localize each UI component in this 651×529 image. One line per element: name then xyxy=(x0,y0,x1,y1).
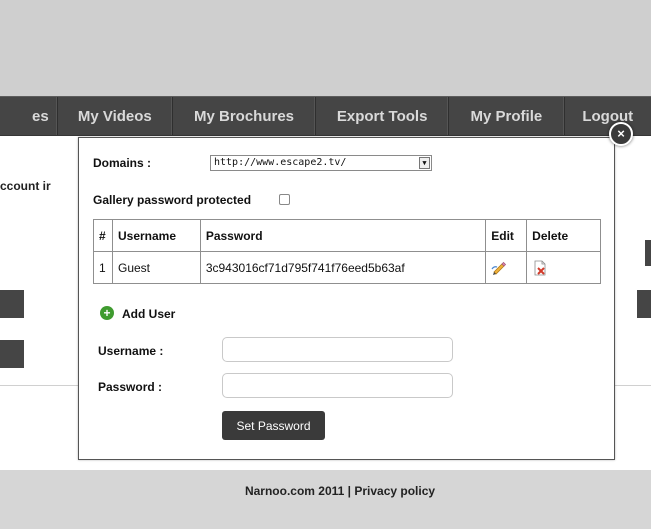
delete-cell xyxy=(526,251,601,284)
nav-item-export-tools[interactable]: Export Tools xyxy=(316,97,450,135)
nav-item-my-videos[interactable]: My Videos xyxy=(58,97,173,135)
row-username: Guest xyxy=(111,251,201,284)
background-block xyxy=(637,290,651,318)
row-number: 1 xyxy=(93,251,113,284)
table-row: 1 Guest 3c943016cf71d795f741f76eed5b63af xyxy=(93,251,601,284)
close-icon[interactable]: × xyxy=(609,122,633,146)
column-header-username: Username xyxy=(111,219,201,252)
row-password: 3c943016cf71d795f741f76eed5b63af xyxy=(199,251,487,284)
nav-item-my-profile[interactable]: My Profile xyxy=(449,97,565,135)
footer-text: Narnoo.com 2011 | Privacy policy xyxy=(244,484,436,498)
users-table: # Username Password Edit Delete 1 Guest … xyxy=(93,219,601,284)
gallery-password-label: Gallery password protected xyxy=(93,193,252,207)
footer: Narnoo.com 2011 | Privacy policy xyxy=(0,470,651,529)
nav-item-my-brochures[interactable]: My Brochures xyxy=(173,97,317,135)
set-password-button[interactable]: Set Password xyxy=(222,411,325,440)
background-account-text: ccount ir xyxy=(0,179,51,193)
edit-cell xyxy=(485,251,528,284)
background-block xyxy=(645,240,651,266)
edit-icon[interactable] xyxy=(491,260,507,276)
domains-select[interactable]: http://www.escape2.tv/ ▼ xyxy=(210,155,432,171)
column-header-password: Password xyxy=(199,219,487,252)
column-header-delete: Delete xyxy=(526,219,601,252)
password-dialog: Domains : http://www.escape2.tv/ ▼ Galle… xyxy=(78,137,615,460)
background-block xyxy=(0,290,24,318)
add-user-icon[interactable]: + xyxy=(100,306,114,320)
column-header-number: # xyxy=(93,219,113,252)
domains-label: Domains : xyxy=(93,156,152,170)
background-block xyxy=(0,340,24,368)
column-header-edit: Edit xyxy=(485,219,528,252)
gallery-password-checkbox[interactable] xyxy=(279,194,290,205)
table-header-row: # Username Password Edit Delete xyxy=(93,219,601,252)
password-input[interactable] xyxy=(222,373,453,398)
add-user-link[interactable]: Add User xyxy=(122,307,175,321)
main-nav: es My Videos My Brochures Export Tools M… xyxy=(0,96,651,136)
username-label: Username : xyxy=(98,344,164,358)
nav-item-logout[interactable]: Logout xyxy=(565,97,651,135)
chevron-down-icon[interactable]: ▼ xyxy=(419,157,430,169)
page: es My Videos My Brochures Export Tools M… xyxy=(0,0,651,529)
domains-select-value: http://www.escape2.tv/ xyxy=(214,157,347,168)
delete-icon[interactable] xyxy=(532,260,548,276)
username-input[interactable] xyxy=(222,337,453,362)
password-label: Password : xyxy=(98,380,163,394)
header-band xyxy=(0,0,651,98)
nav-item-truncated[interactable]: es xyxy=(0,97,58,135)
